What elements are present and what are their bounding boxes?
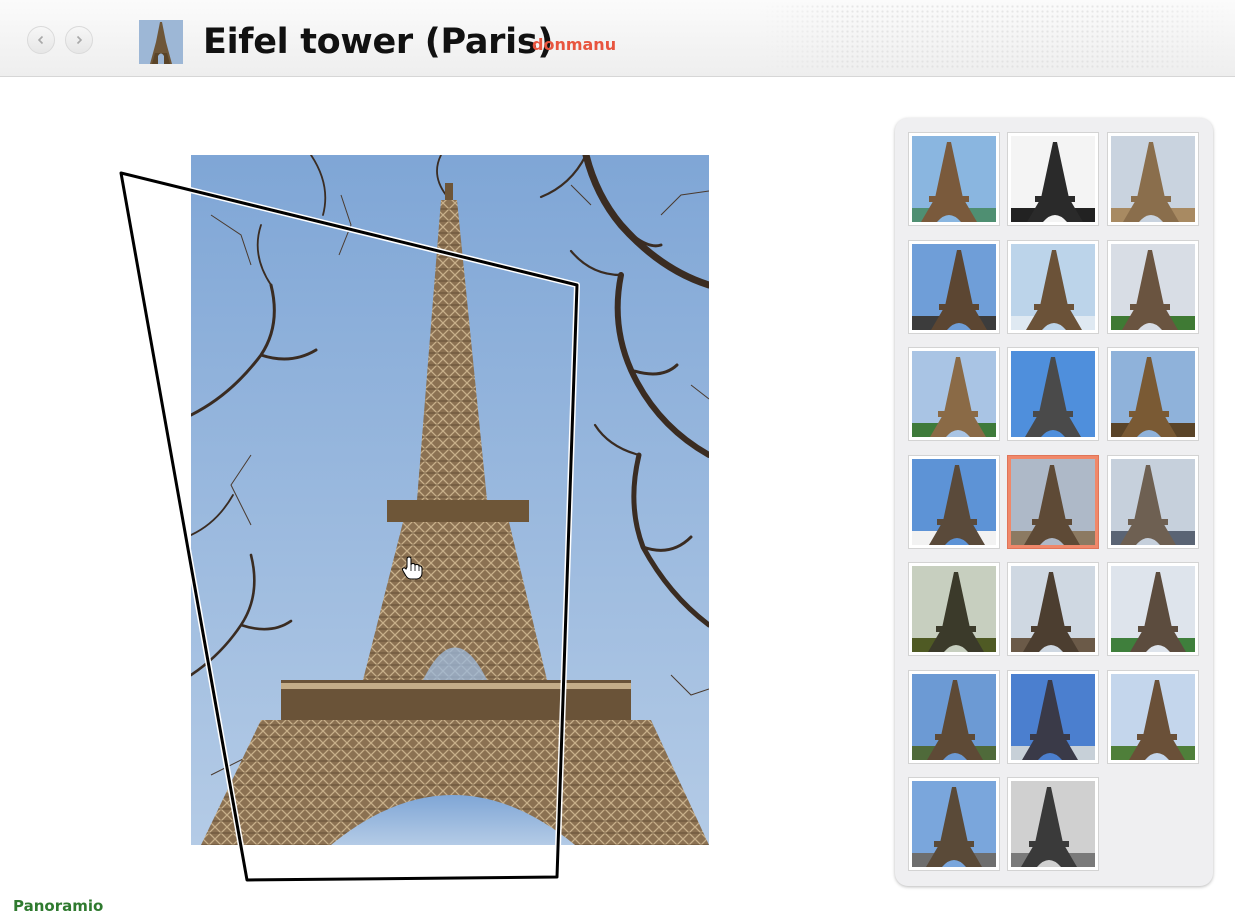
world-map-pattern [760, 4, 1230, 70]
photo-thumbnail[interactable] [909, 671, 999, 763]
thumbnail-image [1111, 136, 1195, 222]
photo-thumbnail[interactable] [1108, 563, 1198, 655]
hand-cursor-icon [401, 556, 423, 584]
thumbnail-image [1111, 566, 1195, 652]
thumbnail-image [912, 566, 996, 652]
photo-thumbnail[interactable] [1108, 241, 1198, 333]
photo-thumbnail[interactable] [1008, 348, 1098, 440]
photo-thumbnail[interactable] [1008, 241, 1098, 333]
thumbnail-image [1111, 459, 1195, 545]
thumbnail-grid [895, 118, 1213, 886]
photo-thumbnail[interactable] [1008, 133, 1098, 225]
thumbnail-image [1011, 459, 1095, 545]
thumbnail-image [912, 351, 996, 437]
header-bar: Eifel tower (Paris) donmanu [0, 0, 1235, 77]
author-link[interactable]: donmanu [532, 35, 616, 54]
thumbnail-image [1011, 566, 1095, 652]
photo-thumbnail[interactable] [909, 563, 999, 655]
thumbnail-image [1011, 136, 1095, 222]
thumbnail-image [912, 781, 996, 867]
thumbnail-image [1011, 351, 1095, 437]
main-photo[interactable] [191, 155, 709, 845]
photo-thumbnail[interactable] [1108, 133, 1198, 225]
next-photo-button[interactable] [65, 26, 93, 54]
page-title: Eifel tower (Paris) [203, 22, 554, 62]
photo-thumbnail[interactable] [909, 348, 999, 440]
thumbnail-image [912, 674, 996, 760]
panoramio-logo[interactable]: Panoramio [13, 897, 103, 915]
previous-photo-button[interactable] [27, 26, 55, 54]
thumbnail-image [1111, 244, 1195, 330]
thumbnail-image [1111, 351, 1195, 437]
thumbnail-image [1011, 674, 1095, 760]
photo-thumbnail[interactable] [1108, 348, 1198, 440]
photo-thumbnail[interactable] [1108, 456, 1198, 548]
thumbnail-image [1011, 244, 1095, 330]
photo-thumbnail[interactable] [1108, 671, 1198, 763]
thumbnail-image [912, 244, 996, 330]
photo-thumbnail[interactable] [1008, 671, 1098, 763]
photo-thumbnail[interactable] [909, 133, 999, 225]
thumbnail-image [1111, 674, 1195, 760]
chevron-right-icon [76, 35, 83, 45]
photo-thumbnail[interactable] [1008, 456, 1098, 548]
thumbnail-image [1011, 781, 1095, 867]
thumbnail-image [912, 136, 996, 222]
photo-thumbnail[interactable] [1008, 563, 1098, 655]
photo-thumbnail[interactable] [909, 778, 999, 870]
photo-thumbnail[interactable] [1008, 778, 1098, 870]
chevron-left-icon [37, 35, 44, 45]
photo-thumbnail-icon [139, 20, 183, 64]
photo-thumbnail[interactable] [909, 241, 999, 333]
thumbnail-image [912, 459, 996, 545]
photo-thumbnail[interactable] [909, 456, 999, 548]
